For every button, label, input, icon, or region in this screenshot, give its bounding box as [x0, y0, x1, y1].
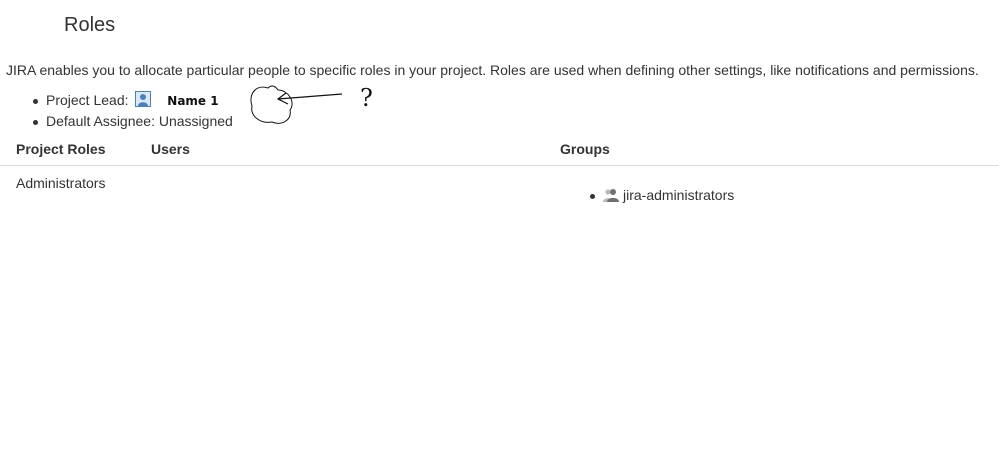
project-lead-item: Project Lead: Name 1 [33, 90, 233, 111]
project-lead-name[interactable]: Name 1 [167, 94, 218, 108]
default-assignee-label: Default Assignee: [46, 113, 155, 129]
roles-table-header: Project Roles Users Groups [0, 138, 999, 166]
column-header-users: Users [151, 141, 190, 157]
project-meta-list: Project Lead: Name 1 Default Assignee: U… [33, 90, 233, 132]
default-assignee-value: Unassigned [158, 113, 233, 129]
group-icon [603, 187, 619, 203]
column-header-project-roles: Project Roles [16, 141, 106, 157]
handdrawn-annotation: ? [246, 80, 386, 130]
role-name-administrators: Administrators [16, 175, 106, 191]
default-assignee-item: Default Assignee: Unassigned [33, 111, 233, 132]
groups-list: jira-administrators [589, 186, 734, 205]
group-item: jira-administrators [589, 186, 734, 205]
project-lead-label: Project Lead: [46, 92, 129, 108]
column-header-groups: Groups [560, 141, 610, 157]
circle-scribble [250, 85, 293, 124]
roles-description: JIRA enables you to allocate particular … [6, 62, 979, 78]
arrow-line [277, 93, 343, 100]
group-name-link[interactable]: jira-administrators [623, 187, 734, 203]
user-avatar-icon[interactable] [135, 91, 152, 107]
question-mark: ? [360, 84, 373, 112]
page-title: Roles [64, 14, 116, 36]
